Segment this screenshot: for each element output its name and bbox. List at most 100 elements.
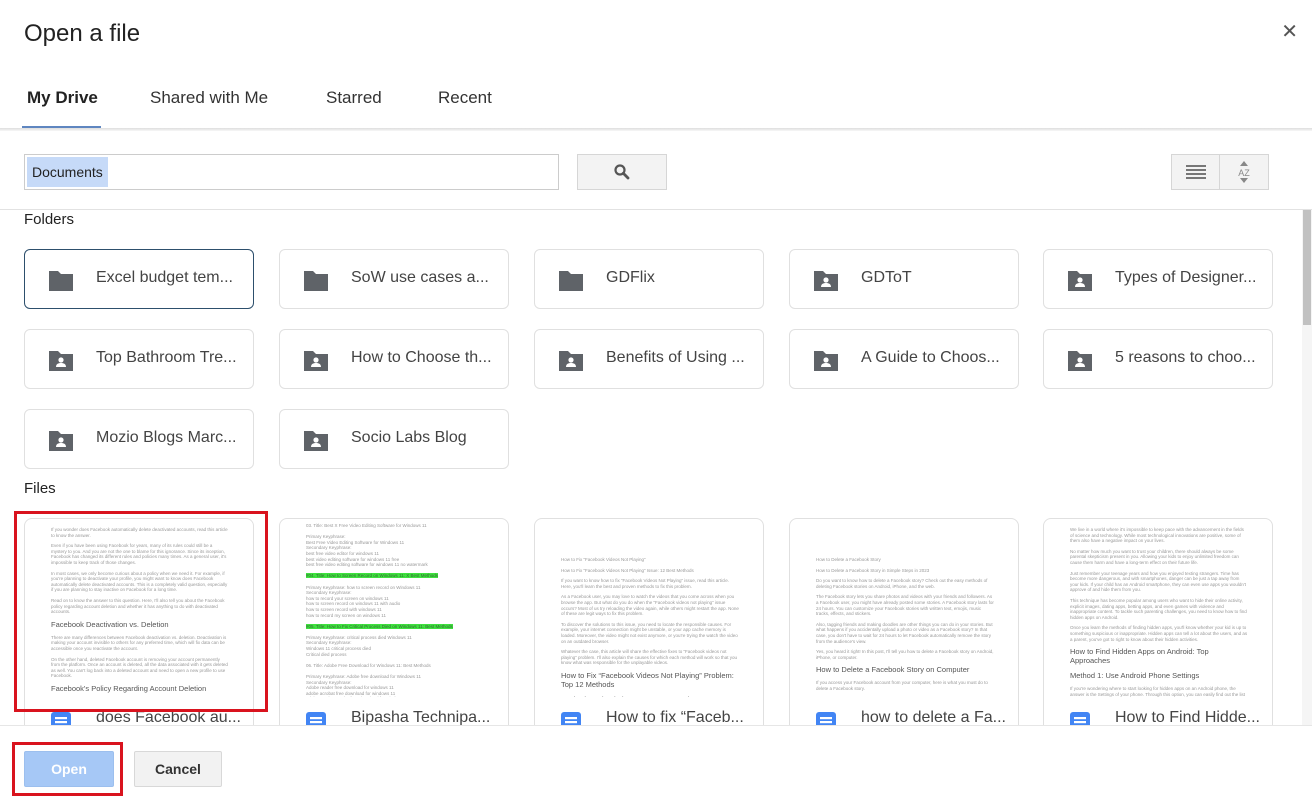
search-button[interactable] [577,154,667,190]
folder-name: Mozio Blogs Marc... [96,429,237,446]
preview-line-text: 06. Title: Adobe Free Download for Windo… [306,662,431,668]
file-browser-content: Folders Excel budget tem... SoW use cases… [0,210,1302,725]
preview-line-text: best free video editor for windows 11 [306,550,379,556]
preview-text: Read on to know the answer to this quest… [51,597,225,615]
folder-name: Excel budget tem... [96,269,233,286]
search-chip-documents[interactable]: Documents [27,157,108,187]
preview-text: The Facebook story lets you share photos… [816,594,994,617]
preview-line-text: Primary Keyphrase: [306,534,346,540]
list-view-icon [1186,165,1206,179]
preview-text: If you wonder does Facebook automaticall… [51,527,228,538]
shared-folder-icon [1066,349,1094,378]
preview-text: Once you learn the methods of finding hi… [1070,625,1248,642]
file-item[interactable]: We live in a world where it's impossible… [1043,518,1273,725]
google-doc-icon [816,712,836,725]
preview-heading: How to Fix “Facebook Videos Not Playing”… [561,670,734,689]
file-preview-thumbnail: We live in a world where it's impossible… [1044,519,1272,697]
folder-name: How to Choose th... [351,349,492,366]
folder-item[interactable]: Mozio Blogs Marc... [24,409,254,469]
preview-line-text: #05. Title: How to Fix Critical Process … [306,623,453,629]
close-icon[interactable]: ✕ [1281,22,1298,42]
preview-line-text: Best Free Video Editing Software for Win… [306,539,405,545]
folder-icon [557,269,585,298]
folder-item[interactable]: GDToT [789,249,1019,309]
preview-text: Yes, you heard it right! In this post, I… [816,649,994,660]
shared-folder-icon [1066,269,1094,298]
file-item[interactable]: How to Delete a Facebook Story How to Del… [789,518,1019,725]
folder-item[interactable]: SoW use cases a... [279,249,509,309]
folder-item[interactable]: Benefits of Using ... [534,329,764,389]
preview-text: Whatever the case, this article will sha… [561,649,737,666]
shared-folder-icon [47,349,75,378]
file-name: How to fix “Faceb... [606,709,744,725]
folder-name: Benefits of Using ... [606,349,745,366]
preview-line-text: Secondary Keyphrase: [306,640,352,646]
preview-line-text: adobe acrobat reader free download for w… [306,696,409,697]
preview-line-text: how to screen record with windows 11 [306,606,382,612]
sort-button[interactable]: AZ [1219,154,1269,190]
preview-line-text: how to record my screen on windows 11 [306,612,386,618]
preview-heading: Facebook's Policy Regarding Account Dele… [51,683,207,693]
folder-item[interactable]: Top Bathroom Tre... [24,329,254,389]
file-item[interactable]: 03. Title: Best X Free Video Editing Sof… [279,518,509,725]
preview-text: How to Delete a Facebook Story [816,557,881,562]
header-divider [0,128,1312,131]
folder-item[interactable]: Excel budget tem... [24,249,254,309]
preview-line-text: how to screen record on windows 11 with … [306,601,401,607]
cancel-button[interactable]: Cancel [134,751,222,787]
preview-text: As a Facebook user, you may love to watc… [561,594,739,617]
file-item[interactable]: If you wonder does Facebook automaticall… [24,518,254,725]
preview-text: In most cases, we only become curious ab… [51,570,228,593]
folder-name: 5 reasons to choo... [1115,349,1256,366]
google-doc-icon [51,712,71,725]
tab-recent[interactable]: Recent [438,88,492,108]
file-name: how to delete a Fa... [861,709,1006,725]
preview-text: To discover the solutions to this issue,… [561,621,738,644]
preview-text: How to Delete a Facebook Story in Simple… [816,567,930,573]
google-doc-icon [306,712,326,725]
folder-item[interactable]: How to Choose th... [279,329,509,389]
preview-text: How to Fix “Facebook Videos Not Playing”… [561,567,694,573]
tab-starred[interactable]: Starred [326,88,382,108]
preview-line-text: Secondary Keyphrase: [306,679,352,685]
preview-text: If you want to know how to fix “Facebook… [561,578,729,589]
file-name: does Facebook au... [96,709,241,725]
tab-my-drive[interactable]: My Drive [27,88,98,108]
preview-text: Also, tagging friends and making doodles… [816,621,993,644]
files-label: Files [24,480,56,497]
scrollbar[interactable] [1302,210,1312,725]
google-doc-icon [561,712,581,725]
folder-item[interactable]: GDFlix [534,249,764,309]
preview-line-text: Primary Keyphrase: how to screen record … [306,584,421,590]
folder-name: Types of Designer... [1115,269,1257,286]
shared-folder-icon [302,429,330,458]
file-name: How to Find Hidde... [1115,709,1260,725]
search-icon [614,164,630,180]
preview-heading: How to Delete a Facebook Story on Comput… [816,665,970,675]
folder-item[interactable]: Socio Labs Blog [279,409,509,469]
folder-item[interactable]: A Guide to Choos... [789,329,1019,389]
tab-shared-with-me[interactable]: Shared with Me [150,88,268,108]
folder-name: GDToT [861,269,912,286]
preview-line-text: best video editing software for windows … [306,556,400,562]
folder-item[interactable]: Types of Designer... [1043,249,1273,309]
shared-folder-icon [557,349,585,378]
preview-heading: Facebook Deactivation vs. Deletion [51,619,169,629]
file-preview-thumbnail: 03. Title: Best X Free Video Editing Sof… [280,519,508,697]
preview-line-text: Secondary Keyphrase: [306,590,352,596]
open-button[interactable]: Open [24,751,114,787]
folder-item[interactable]: 5 reasons to choo... [1043,329,1273,389]
preview-text: Just remember your teenage years and how… [1070,570,1246,593]
preview-line-text: how to record your screen on windows 11 [306,595,389,601]
list-view-button[interactable] [1171,154,1221,190]
dialog-title: Open a file [24,20,141,47]
preview-text: If you access your Facebook account from… [816,680,988,691]
preview-line-text: Secondary Keyphrase: [306,545,352,551]
preview-heading: Method 1: Use Android Phone Settings [1070,671,1200,681]
scrollbar-thumb[interactable] [1303,210,1311,325]
shared-folder-icon [812,349,840,378]
file-item[interactable]: How to Fix “Facebook Videos Not Playing”… [534,518,764,725]
search-input[interactable]: Documents [24,154,559,190]
folder-name: GDFlix [606,269,655,286]
preview-text: On the other hand, deleted Facebook acco… [51,656,228,679]
